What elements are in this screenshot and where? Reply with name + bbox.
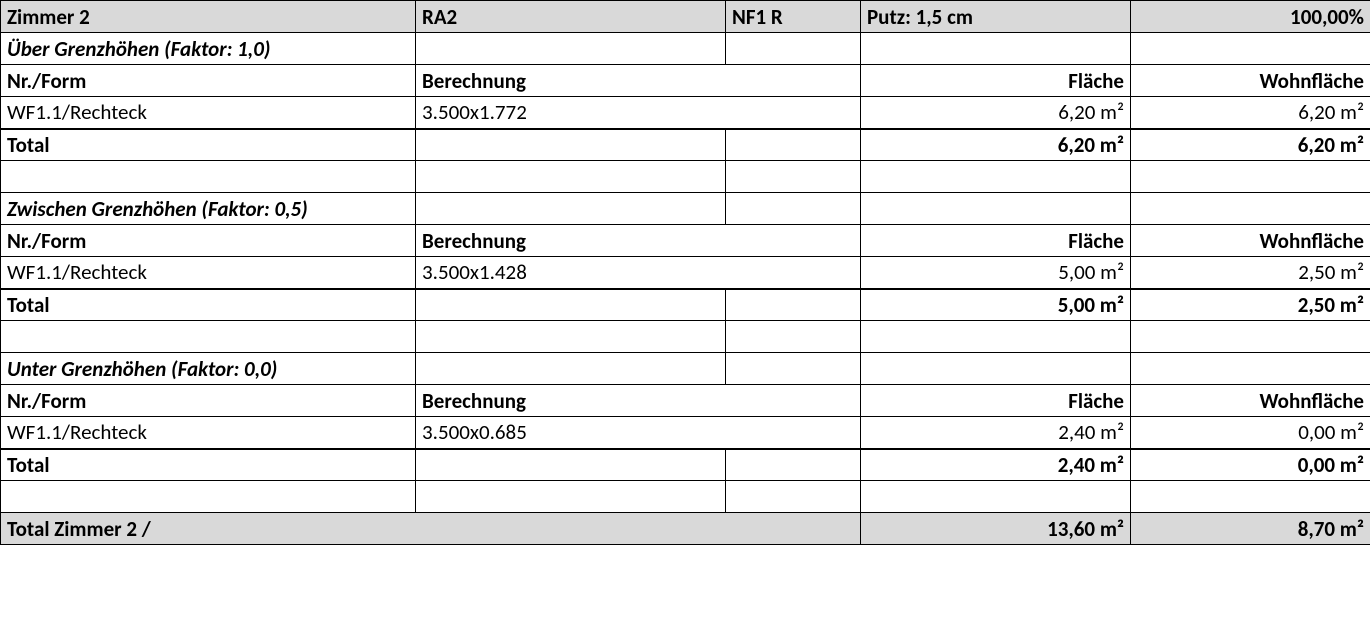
col-header-wohn: Wohnfläche	[1131, 385, 1370, 417]
row-calc: 3.500x1.428	[416, 257, 861, 289]
row-area: 5,00 m²	[861, 257, 1131, 289]
row-nr: WF1.1/Rechteck	[1, 257, 416, 289]
section-total-area: 5,00 m²	[861, 289, 1131, 321]
header-code: RA2	[416, 1, 726, 33]
header-room: Zimmer 2	[1, 1, 416, 33]
col-header-nr: Nr./Form	[1, 65, 416, 97]
col-header-wohn: Wohnfläche	[1131, 65, 1370, 97]
row-nr: WF1.1/Rechteck	[1, 97, 416, 129]
col-header-calc: Berechnung	[416, 65, 861, 97]
grand-total-area: 13,60 m²	[861, 513, 1131, 545]
col-header-nr: Nr./Form	[1, 225, 416, 257]
col-header-calc: Berechnung	[416, 225, 861, 257]
section-total-area: 2,40 m²	[861, 449, 1131, 481]
section-title: Unter Grenzhöhen (Faktor: 0,0)	[1, 353, 416, 385]
row-wohn: 0,00 m²	[1131, 417, 1370, 449]
section-title: Über Grenzhöhen (Faktor: 1,0)	[1, 33, 416, 65]
row-wohn: 6,20 m²	[1131, 97, 1370, 129]
section-total-wohn: 2,50 m²	[1131, 289, 1370, 321]
section-total-label: Total	[1, 449, 416, 481]
row-wohn: 2,50 m²	[1131, 257, 1370, 289]
col-header-area: Fläche	[861, 65, 1131, 97]
col-header-nr: Nr./Form	[1, 385, 416, 417]
header-putz: Putz: 1,5 cm	[861, 1, 1131, 33]
col-header-area: Fläche	[861, 385, 1131, 417]
col-header-area: Fläche	[861, 225, 1131, 257]
section-total-label: Total	[1, 289, 416, 321]
header-nf: NF1 R	[726, 1, 861, 33]
col-header-calc: Berechnung	[416, 385, 861, 417]
section-total-label: Total	[1, 129, 416, 161]
header-percent: 100,00%	[1131, 1, 1370, 33]
section-total-wohn: 0,00 m²	[1131, 449, 1370, 481]
section-title: Zwischen Grenzhöhen (Faktor: 0,5)	[1, 193, 416, 225]
section-total-area: 6,20 m²	[861, 129, 1131, 161]
row-area: 2,40 m²	[861, 417, 1131, 449]
row-calc: 3.500x1.772	[416, 97, 861, 129]
section-total-wohn: 6,20 m²	[1131, 129, 1370, 161]
grand-total-label: Total Zimmer 2 /	[1, 513, 861, 545]
row-calc: 3.500x0.685	[416, 417, 861, 449]
row-area: 6,20 m²	[861, 97, 1131, 129]
row-nr: WF1.1/Rechteck	[1, 417, 416, 449]
col-header-wohn: Wohnfläche	[1131, 225, 1370, 257]
area-calculation-table: Zimmer 2RA2NF1 RPutz: 1,5 cm100,00% Über …	[0, 0, 1370, 545]
grand-total-wohn: 8,70 m²	[1131, 513, 1370, 545]
